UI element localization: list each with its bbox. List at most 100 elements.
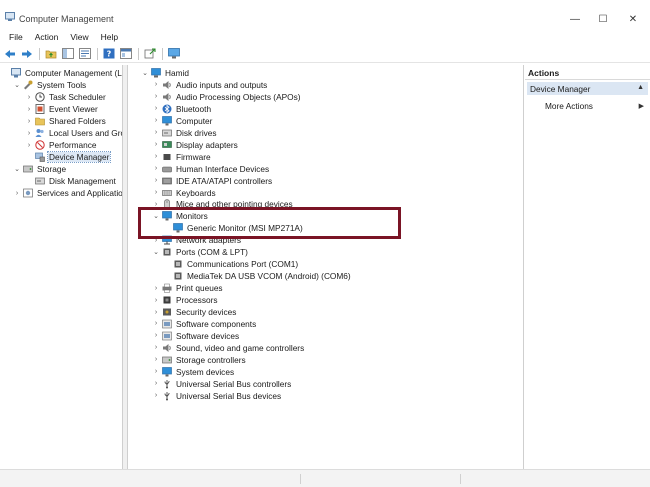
nav-tree-item-local-users-and-groups[interactable]: › Local Users and Groups: [25, 127, 122, 139]
forward-button[interactable]: [19, 46, 34, 61]
expand-chevron-icon[interactable]: ›: [152, 165, 160, 173]
device-tree-item-ports-com-lpt[interactable]: ⌄ Ports (COM & LPT): [152, 246, 249, 258]
expand-chevron-icon[interactable]: ›: [152, 320, 160, 328]
collapse-chevron-icon[interactable]: ⌄: [13, 165, 21, 173]
minimize-button[interactable]: —: [562, 9, 588, 29]
expand-chevron-icon[interactable]: ›: [152, 105, 160, 113]
menu-action[interactable]: Action: [29, 32, 65, 42]
expand-chevron-icon[interactable]: ›: [25, 93, 33, 101]
nav-tree-item-task-scheduler[interactable]: › Task Scheduler: [25, 91, 107, 103]
device-tree-item-universal-serial-bus-devices[interactable]: › Universal Serial Bus devices: [152, 390, 282, 402]
navigation-tree-pane[interactable]: Computer Management (Local⌄System Tools›…: [0, 65, 123, 469]
device-tree-item-system-devices[interactable]: › System devices: [152, 366, 235, 378]
help-button[interactable]: ?: [101, 46, 116, 61]
expand-chevron-icon[interactable]: ›: [152, 117, 160, 125]
device-tree-item-print-queues[interactable]: › Print queues: [152, 282, 224, 294]
device-tree-item-universal-serial-bus-controllers[interactable]: › Universal Serial Bus controllers: [152, 378, 292, 390]
show-hide-tree-button[interactable]: [60, 46, 75, 61]
device-tree-item-software-components[interactable]: › Software components: [152, 318, 257, 330]
device-tree-item-human-interface-devices[interactable]: › Human Interface Devices: [152, 163, 270, 175]
collapse-chevron-icon[interactable]: ⌄: [141, 69, 149, 77]
back-button[interactable]: [2, 46, 17, 61]
device-tree-item-processors[interactable]: › Processors: [152, 294, 219, 306]
audio-icon: [163, 92, 171, 101]
menu-view[interactable]: View: [64, 32, 94, 42]
device-tree-item-ide-ata-atapi-controllers[interactable]: › IDE ATA/ATAPI controllers: [152, 175, 273, 187]
device-tree-item-computer[interactable]: › Computer: [152, 115, 213, 127]
nav-tree-item-disk-management[interactable]: Disk Management: [25, 175, 117, 187]
expand-chevron-icon[interactable]: ›: [152, 284, 160, 292]
expand-chevron-icon[interactable]: ›: [152, 344, 160, 352]
expand-chevron-icon[interactable]: ›: [152, 129, 160, 137]
up-one-level-button[interactable]: [43, 46, 58, 61]
maximize-button[interactable]: ☐: [590, 9, 616, 29]
nav-tree-item-event-viewer[interactable]: › Event Viewer: [25, 103, 99, 115]
nav-tree-item-label: Local Users and Groups: [49, 128, 122, 138]
scan-hardware-button[interactable]: [166, 46, 181, 61]
device-tree-item-communications-port-com1[interactable]: Communications Port (COM1): [163, 258, 299, 270]
expand-chevron-icon[interactable]: ›: [152, 141, 160, 149]
expand-chevron-icon[interactable]: ›: [25, 129, 33, 137]
device-tree-item-security-devices[interactable]: › Security devices: [152, 306, 237, 318]
export-list-button[interactable]: [142, 46, 157, 61]
toolbar-separator: [162, 47, 163, 60]
device-tree-item-display-adapters[interactable]: › Display adapters: [152, 139, 239, 151]
menu-file[interactable]: File: [3, 32, 29, 42]
nav-tree-item-device-manager[interactable]: Device Manager: [25, 151, 112, 163]
expand-chevron-icon[interactable]: ›: [152, 392, 160, 400]
expand-chevron-icon[interactable]: ›: [152, 81, 160, 89]
expand-chevron-icon[interactable]: ›: [152, 189, 160, 197]
expand-chevron-icon[interactable]: ›: [152, 308, 160, 316]
console-button[interactable]: [118, 46, 133, 61]
device-tree-item-label: Computer: [176, 115, 213, 126]
device-tree-item-software-devices[interactable]: › Software devices: [152, 330, 240, 342]
device-tree-item-bluetooth[interactable]: › Bluetooth: [152, 103, 212, 115]
expand-chevron-icon[interactable]: ›: [152, 153, 160, 161]
device-tree-item-storage-controllers[interactable]: › Storage controllers: [152, 354, 247, 366]
nav-tree-item-computer-management-local[interactable]: Computer Management (Local: [1, 67, 122, 79]
device-tree-item-firmware[interactable]: › Firmware: [152, 151, 212, 163]
device-tree-item-mediatek-da-usb-vcom-android-com6[interactable]: MediaTek DA USB VCOM (Android) (COM6): [163, 270, 352, 282]
nav-tree-item-label: Performance: [49, 140, 97, 150]
device-tree-item-label: Audio inputs and outputs: [176, 79, 268, 90]
device-tree-pane[interactable]: ⌄ Hamid › Audio inputs and outputs › Audio Pr…: [129, 65, 524, 469]
expand-chevron-icon[interactable]: ›: [152, 356, 160, 364]
expand-chevron-icon[interactable]: ›: [152, 332, 160, 340]
expand-chevron-icon[interactable]: ›: [152, 93, 160, 101]
port-icon: [174, 272, 182, 280]
device-tree-item-keyboards[interactable]: › Keyboards: [152, 187, 217, 199]
nav-tree-item-services-and-applications[interactable]: › Services and Applications: [13, 187, 122, 199]
actions-section-device-manager[interactable]: Device Manager ▲: [527, 82, 648, 95]
nav-tree-item-storage[interactable]: ⌄ Storage: [13, 163, 67, 175]
device-tree-item-label: Print queues: [176, 283, 223, 294]
collapse-chevron-icon[interactable]: ⌄: [13, 81, 21, 89]
nav-tree-item-performance[interactable]: › Performance: [25, 139, 98, 151]
expand-chevron-icon[interactable]: ›: [13, 189, 21, 197]
expand-chevron-icon[interactable]: ›: [25, 117, 33, 125]
device-tree-item-audio-inputs-and-outputs[interactable]: › Audio inputs and outputs: [152, 79, 268, 91]
close-button[interactable]: ✕: [620, 9, 646, 29]
device-tree-item-sound-video-and-game-controllers[interactable]: › Sound, video and game controllers: [152, 342, 305, 354]
menu-help[interactable]: Help: [95, 32, 124, 42]
device-tree-item-hamid[interactable]: ⌄ Hamid: [141, 67, 190, 79]
pane-splitter[interactable]: [123, 65, 128, 469]
nav-tree-item-label: Task Scheduler: [49, 92, 106, 102]
collapse-chevron-icon[interactable]: ⌄: [152, 248, 160, 256]
nav-tree-item-system-tools[interactable]: ⌄ System Tools: [13, 79, 87, 91]
properties-button[interactable]: [77, 46, 92, 61]
expand-chevron-icon[interactable]: ›: [152, 368, 160, 376]
expand-chevron-icon[interactable]: ›: [25, 141, 33, 149]
device-tree-item-disk-drives[interactable]: › Disk drives: [152, 127, 218, 139]
nav-tree-item-label: Event Viewer: [49, 104, 98, 114]
device-tree-item-label: Software devices: [176, 330, 240, 341]
more-actions-item[interactable]: More Actions ▶: [545, 100, 646, 112]
nav-tree-item-shared-folders[interactable]: › Shared Folders: [25, 115, 107, 127]
expand-chevron-icon[interactable]: ›: [152, 177, 160, 185]
expand-chevron-icon[interactable]: ›: [25, 105, 33, 113]
collapse-arrow-icon[interactable]: ▲: [637, 84, 644, 91]
disk-icon: [162, 129, 172, 137]
expand-chevron-icon[interactable]: ›: [152, 296, 160, 304]
device-tree-item-label: Communications Port (COM1): [187, 259, 299, 270]
expand-chevron-icon[interactable]: ›: [152, 380, 160, 388]
device-tree-item-audio-processing-objects-apos[interactable]: › Audio Processing Objects (APOs): [152, 91, 302, 103]
